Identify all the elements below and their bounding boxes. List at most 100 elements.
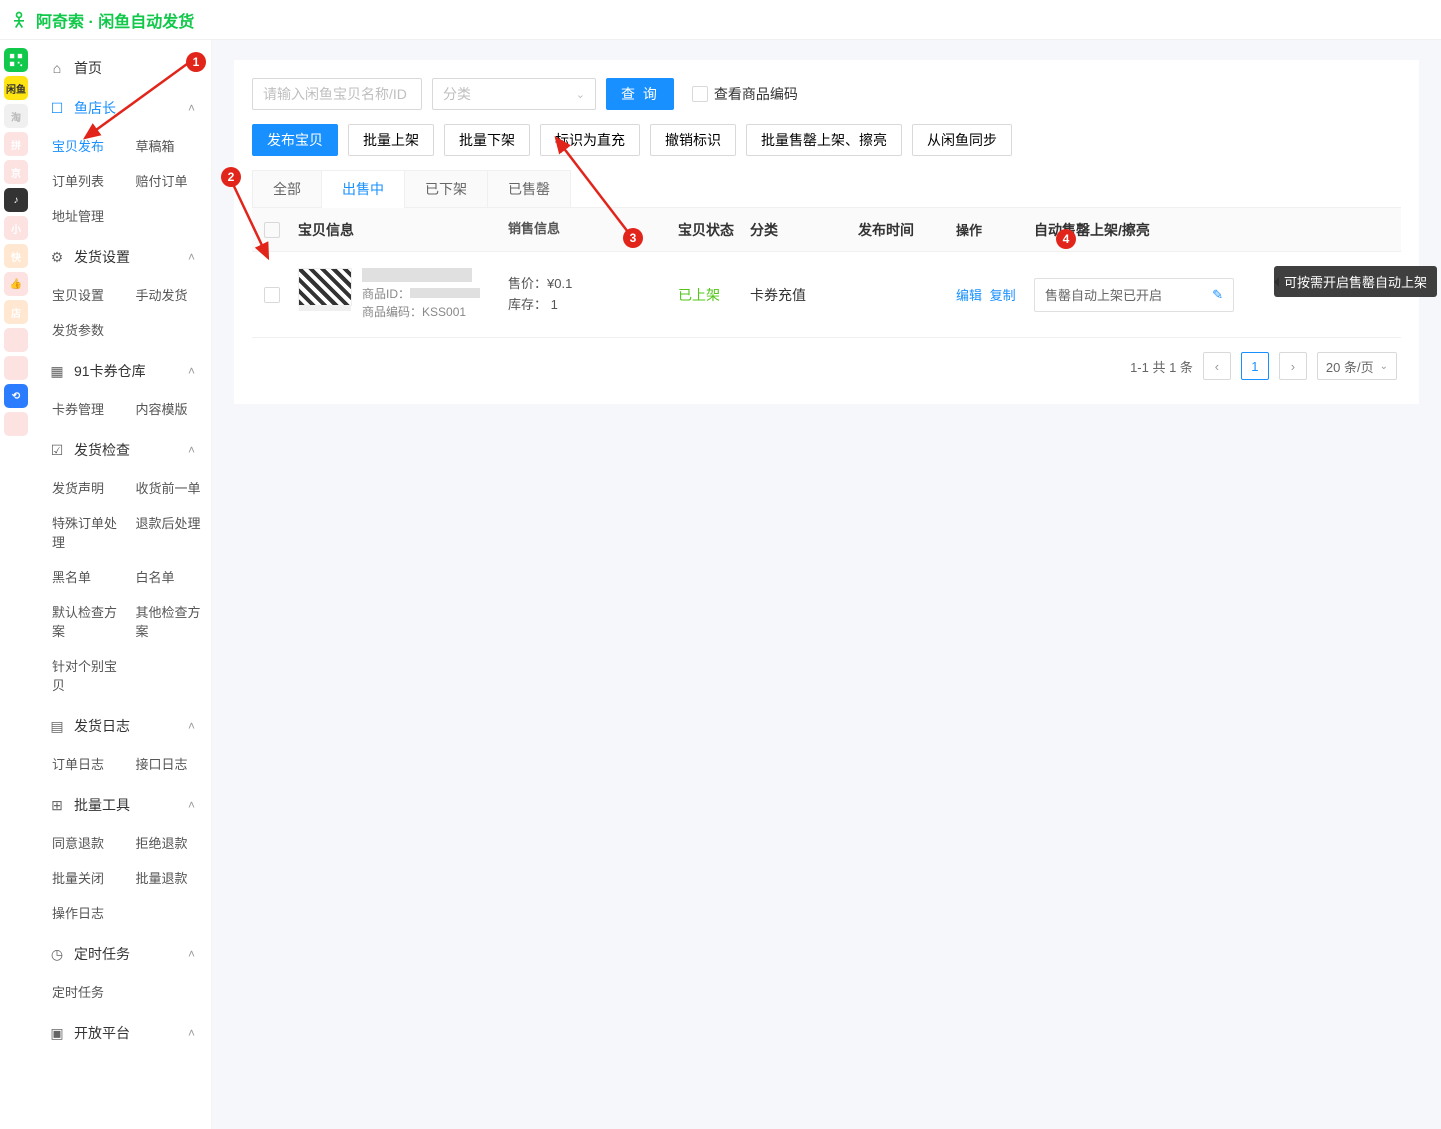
sidebar-item-agree-refund[interactable]: 同意退款 <box>38 825 122 860</box>
tab-offshelf[interactable]: 已下架 <box>404 170 488 207</box>
page-size-select[interactable]: 20 条/页 ⌄ <box>1317 352 1397 380</box>
sidebar-section-batch[interactable]: ⊞批量工具 ˄ <box>38 785 205 825</box>
sidebar-section-yudianzhang[interactable]: ☐鱼店长 ˄ <box>38 88 205 128</box>
bag-icon: ☐ <box>48 100 66 117</box>
copy-link[interactable]: 复制 <box>990 288 1016 303</box>
row-checkbox[interactable] <box>264 287 280 303</box>
search-input[interactable] <box>252 78 422 110</box>
rail-icon-kuaishou[interactable]: 快 <box>4 244 28 268</box>
status-tabs: 全部 出售中 已下架 已售罄 <box>252 170 1401 208</box>
clock-icon: ◷ <box>48 946 66 963</box>
category-cell: 卡券充值 <box>750 285 858 305</box>
sidebar-item-op-log[interactable]: 操作日志 <box>38 895 122 930</box>
app-header: 阿奇索 · 闲鱼自动发货 <box>0 0 1441 40</box>
home-icon: ⌂ <box>48 60 66 76</box>
rail-icon-xhs[interactable]: 小 <box>4 216 28 240</box>
batch-on-button[interactable]: 批量上架 <box>348 124 434 156</box>
sync-button[interactable]: 从闲鱼同步 <box>912 124 1012 156</box>
sidebar-item-orders[interactable]: 订单列表 <box>38 163 122 198</box>
sidebar-item-default-plan[interactable]: 默认检查方案 <box>38 594 122 648</box>
sidebar-item-ship-declare[interactable]: 发货声明 <box>38 470 122 505</box>
grid-icon: ▦ <box>48 363 66 380</box>
tab-soldout[interactable]: 已售罄 <box>487 170 571 207</box>
sidebar-item-after-refund[interactable]: 退款后处理 <box>122 505 206 559</box>
table-row: 商品ID： 商品编码：KSS001 售价：¥0.1 库存： 1 已上架 卡券充值… <box>252 252 1401 338</box>
category-placeholder: 分类 <box>443 84 471 104</box>
col-status: 宝贝状态 <box>678 220 750 240</box>
main-content: 分类 ⌄ 查 询 查看商品编码 发布宝贝 批量上架 批量下架 标识为直充 撤销标… <box>212 40 1441 1129</box>
auto-relist-box[interactable]: 售罄自动上架已开启 ✎ <box>1034 278 1234 312</box>
rail-icon-jd[interactable]: 京 <box>4 160 28 184</box>
filter-row: 分类 ⌄ 查 询 查看商品编码 <box>252 78 1401 110</box>
sidebar-item-blacklist[interactable]: 黑名单 <box>38 559 122 594</box>
publish-button[interactable]: 发布宝贝 <box>252 124 338 156</box>
sidebar-item-draft[interactable]: 草稿箱 <box>122 128 206 163</box>
sidebar-item-item-settings[interactable]: 宝贝设置 <box>38 277 122 312</box>
status-badge: 已上架 <box>678 285 750 305</box>
category-select[interactable]: 分类 ⌄ <box>432 78 596 110</box>
rail-icon-thumb[interactable]: 👍 <box>4 272 28 296</box>
app-title: 阿奇索 · 闲鱼自动发货 <box>36 8 194 32</box>
sidebar-item-before-receive[interactable]: 收货前一单 <box>122 470 206 505</box>
col-category: 分类 <box>750 220 858 240</box>
view-code-checkbox-wrap[interactable]: 查看商品编码 <box>692 84 798 104</box>
action-row: 发布宝贝 批量上架 批量下架 标识为直充 撤销标识 批量售罄上架、擦亮 从闲鱼同… <box>252 124 1401 156</box>
sidebar-item-manual-ship[interactable]: 手动发货 <box>122 277 206 312</box>
unmark-button[interactable]: 撤销标识 <box>650 124 736 156</box>
sidebar-item-other-plan[interactable]: 其他检查方案 <box>122 594 206 648</box>
page-current[interactable]: 1 <box>1241 352 1269 380</box>
query-button[interactable]: 查 询 <box>606 78 674 110</box>
content-panel: 分类 ⌄ 查 询 查看商品编码 发布宝贝 批量上架 批量下架 标识为直充 撤销标… <box>234 60 1419 404</box>
rail-icon-pdd[interactable]: 拼 <box>4 132 28 156</box>
sidebar-item-batch-refund[interactable]: 批量退款 <box>122 860 206 895</box>
sidebar-item-order-log[interactable]: 订单日志 <box>38 746 122 781</box>
rail-icon-last[interactable] <box>4 412 28 436</box>
sidebar-item-schedule-task[interactable]: 定时任务 <box>38 974 122 1009</box>
sidebar-section-schedule[interactable]: ◷定时任务 ˄ <box>38 934 205 974</box>
rail-icon-shop[interactable]: 店 <box>4 300 28 324</box>
sidebar-section-warehouse[interactable]: ▦91卡券仓库 ˄ <box>38 351 205 391</box>
product-thumb <box>298 268 352 306</box>
sidebar-item-reject-refund[interactable]: 拒绝退款 <box>122 825 206 860</box>
sidebar-item-batch-close[interactable]: 批量关闭 <box>38 860 122 895</box>
sidebar-item-publish[interactable]: 宝贝发布 <box>38 128 122 163</box>
sidebar-item-compensate[interactable]: 赔付订单 <box>122 163 206 198</box>
sidebar-section-open[interactable]: ▣开放平台 ˄ <box>38 1013 205 1053</box>
edit-link[interactable]: 编辑 <box>956 288 982 303</box>
sidebar-section-check[interactable]: ☑发货检查 ˄ <box>38 430 205 470</box>
sidebar-section-logs[interactable]: ▤发货日志 ˄ <box>38 706 205 746</box>
rail-icon-taobao[interactable]: 淘 <box>4 104 28 128</box>
sidebar-item-per-item[interactable]: 针对个别宝贝 <box>38 648 122 702</box>
sidebar: ⌂ 首页 ☐鱼店长 ˄ 宝贝发布 草稿箱 订单列表 赔付订单 地址管理 ⚙发货设… <box>32 40 212 1129</box>
page-next[interactable]: › <box>1279 352 1307 380</box>
col-operate: 操作 <box>956 220 1034 239</box>
sidebar-item-special-order[interactable]: 特殊订单处理 <box>38 505 122 559</box>
sidebar-item-whitelist[interactable]: 白名单 <box>122 559 206 594</box>
batch-soldout-button[interactable]: 批量售罄上架、擦亮 <box>746 124 902 156</box>
rail-icon-link[interactable]: ⟲ <box>4 384 28 408</box>
batch-off-button[interactable]: 批量下架 <box>444 124 530 156</box>
doc-icon: ▤ <box>48 718 66 735</box>
sidebar-item-address[interactable]: 地址管理 <box>38 198 122 233</box>
sidebar-item-card-mgmt[interactable]: 卡券管理 <box>38 391 122 426</box>
tab-all[interactable]: 全部 <box>252 170 322 207</box>
edit-icon[interactable]: ✎ <box>1212 287 1223 303</box>
tab-selling[interactable]: 出售中 <box>321 170 405 207</box>
sidebar-section-shipping[interactable]: ⚙发货设置 ˄ <box>38 237 205 277</box>
sidebar-item-ship-params[interactable]: 发货参数 <box>38 312 122 347</box>
sidebar-item-api-log[interactable]: 接口日志 <box>122 746 206 781</box>
sidebar-item-template[interactable]: 内容模版 <box>122 391 206 426</box>
page-prev[interactable]: ‹ <box>1203 352 1231 380</box>
mark-direct-button[interactable]: 标识为直充 <box>540 124 640 156</box>
rail-icon-qr[interactable] <box>4 48 28 72</box>
rail-icon-pink2[interactable] <box>4 328 28 352</box>
sidebar-home[interactable]: ⌂ 首页 <box>38 48 205 88</box>
rail-icon-xianyu[interactable]: 闲鱼 <box>4 76 28 100</box>
sale-info: 售价：¥0.1 库存： 1 <box>508 274 678 316</box>
chevron-up-icon: ˄ <box>188 1026 195 1040</box>
rail-icon-red2[interactable] <box>4 356 28 380</box>
select-all-checkbox[interactable] <box>264 222 280 238</box>
product-info-text: 商品ID： 商品编码：KSS001 <box>362 268 480 321</box>
rail-icon-douyin[interactable]: ♪ <box>4 188 28 212</box>
view-code-checkbox[interactable] <box>692 86 708 102</box>
